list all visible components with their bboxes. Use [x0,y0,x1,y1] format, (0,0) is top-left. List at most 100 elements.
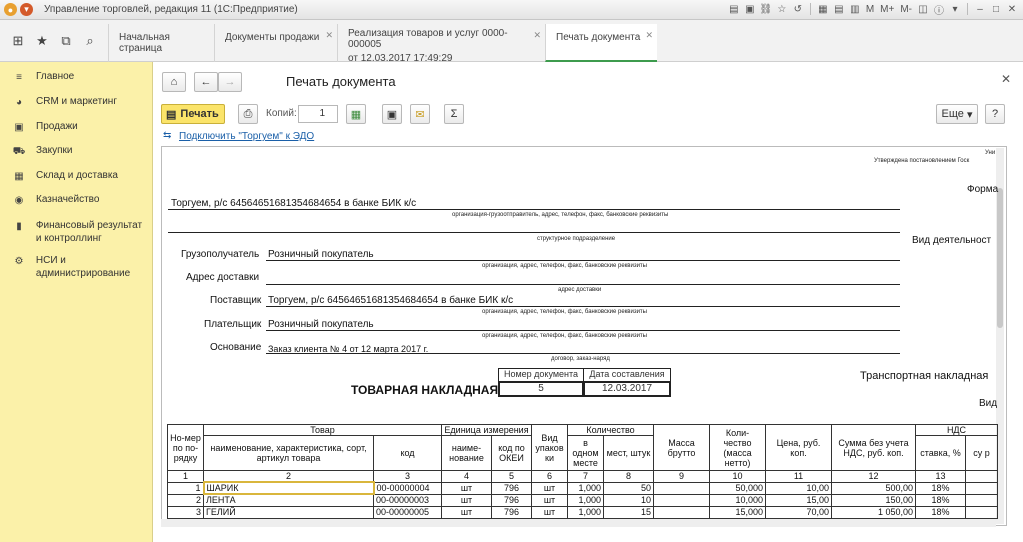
cell-net: 50,000 [709,481,766,495]
maximize-icon[interactable]: □ [989,2,1003,16]
col-cut-header: су р [965,435,998,471]
home-icon: ⌂ [170,76,178,88]
search-icon[interactable]: ⌕ [80,31,100,51]
col-sum-header: Сумма без учета НДС, руб. коп. [831,424,916,471]
docdate-header: Дата составления [583,368,671,382]
sidebar-item-label: Склад и доставка [36,170,118,181]
chart-icon: ▮ [16,220,22,232]
horizontal-scrollbar[interactable] [161,519,996,527]
print-icon[interactable]: ▤ [727,2,741,16]
col-number: 10 [709,470,766,483]
payer-value: Розничный покупатель [268,319,374,330]
sum-button[interactable]: Σ [444,104,464,124]
sidebar-item-purchases[interactable]: ⛟ Закупки [0,144,153,158]
col-number: 9 [653,470,710,483]
tab-print-document[interactable]: Печать документа ✕ [545,24,657,62]
docdate-value: 12.03.2017 [583,381,671,397]
link-icon[interactable]: ⛓ [759,2,773,16]
preview-button[interactable]: ⎙ [238,104,258,124]
form-label: Форма [967,184,999,195]
cell-sum: 500,00 [831,481,916,495]
table-row[interactable]: 3 ГЕЛИЙ 00-00000005 шт 796 шт 1,000 15 15,000 70,… [167,505,998,519]
cell-n: 1 [167,481,204,495]
tab-home[interactable]: Начальная страница [108,24,214,62]
col-number: 2 [203,470,374,483]
cell-name[interactable]: ГЕЛИЙ [203,505,374,519]
history-icon[interactable]: ⧉ [56,31,76,51]
col-unitname-header: наиме-нование [441,435,492,471]
app-menu-icon[interactable]: ▾ [20,3,33,16]
sidebar: ≡ Главное ◕ CRM и маркетинг ▣ Продажи ⛟ Заку… [0,62,153,542]
apps-grid-icon[interactable]: ⊞ [8,31,28,51]
close-tab-icon[interactable]: ✕ [533,30,541,41]
close-tab-icon[interactable]: ✕ [645,30,653,41]
calculator-icon[interactable]: ▤ [832,2,846,16]
cell-n: 3 [167,505,204,519]
payer-caption: организация, адрес, телефон, факс, банко… [482,333,647,339]
scrollbar-thumb[interactable] [997,188,1003,328]
tab-sales-docs[interactable]: Документы продажи ✕ [214,24,337,62]
sidebar-item-admin[interactable]: ⚙ НСИ и администрирование [0,254,145,280]
supplier-caption: организация, адрес, телефон, факс, банко… [482,309,647,315]
close-window-icon[interactable]: ✕ [1005,2,1019,16]
cell-code: 00-00000005 [373,505,442,519]
col-number: 7 [567,470,604,483]
calendar-icon[interactable]: ▦ [816,2,830,16]
back-button[interactable]: ← [194,72,218,92]
panel-icon[interactable]: ◫ [916,2,930,16]
m-plus-button[interactable]: M+ [878,4,896,15]
tab-sale-document[interactable]: Реализация товаров и услуг 0000-000005 от… [337,24,545,64]
cell-net: 15,000 [709,505,766,519]
notes-icon[interactable]: ▥ [848,2,862,16]
cell-n: 2 [167,493,204,507]
cell-name[interactable]: ШАРИК [202,481,375,495]
cell-places: 50 [603,481,654,495]
supplier-value: Торгуем, р/с 64564651681354684654 в банк… [268,295,514,306]
edit-button[interactable]: ▦ [346,104,366,124]
star-icon[interactable]: ★ [32,31,52,51]
menu-arrow-icon[interactable]: ▾ [948,2,962,16]
sidebar-item-treasury[interactable]: ◉ Казначейство [0,193,153,207]
info-icon[interactable]: ⓘ [932,2,946,17]
save-button[interactable]: ▣ [382,104,402,124]
cell-inplace: 1,000 [567,493,604,507]
favorite-icon[interactable]: ☆ [775,2,789,16]
forward-button[interactable]: → [218,72,242,92]
help-button[interactable]: ? [985,104,1005,124]
sidebar-item-finance[interactable]: ▮ Финансовый результат и контроллинг [0,219,145,245]
save-icon[interactable]: ▣ [743,2,757,16]
table-row[interactable]: 1 ШАРИК 00-00000004 шт 796 шт 1,000 50 50,000 10,… [167,481,998,495]
home-button[interactable]: ⌂ [162,72,186,92]
col-number: 3 [373,470,442,483]
app-logo-icon[interactable]: ● [4,3,17,16]
email-button[interactable]: ✉ [410,104,430,124]
copies-input[interactable]: 1 [298,105,338,123]
minimize-icon[interactable]: – [973,2,987,16]
col-name-header: наименование, характеристика, сорт, арти… [203,435,374,471]
sidebar-item-main[interactable]: ≡ Главное [0,70,153,84]
edo-link[interactable]: Подключить "Торгуем" к ЭДО [179,131,314,142]
col-unit-header: Единица измерения [441,424,532,436]
col-rate-header: ставка, % [915,435,966,471]
m-minus-button[interactable]: M- [898,4,914,15]
tab-label: Документы продажи [225,32,320,43]
cell-name[interactable]: ЛЕНТА [203,493,374,507]
sidebar-item-label: НСИ и администрирование [35,255,131,279]
sidebar-item-sales[interactable]: ▣ Продажи [0,120,153,134]
table-row[interactable]: 2 ЛЕНТА 00-00000003 шт 796 шт 1,000 10 10,000 15,… [167,493,998,507]
close-tab-icon[interactable]: ✕ [325,30,333,41]
m-button[interactable]: M [864,4,876,15]
col-price-header: Цена, руб. коп. [765,424,832,471]
history-icon[interactable]: ↺ [791,2,805,16]
col-places-header: мест, штук [603,435,654,471]
cell-unit: шт [441,505,492,519]
more-button[interactable]: Еще ▾ [936,104,978,124]
sidebar-item-crm[interactable]: ◕ CRM и маркетинг [0,95,153,109]
sidebar-item-warehouse[interactable]: ▦ Склад и доставка [0,169,153,183]
preview-icon: ⎙ [243,107,253,120]
print-button[interactable]: ▤ Печать [161,104,225,124]
activity-label: Вид деятельност [912,235,992,246]
cell-pack: шт [531,481,568,495]
struct-caption: структурное подразделение [537,236,616,242]
close-icon[interactable]: ✕ [1001,72,1011,86]
